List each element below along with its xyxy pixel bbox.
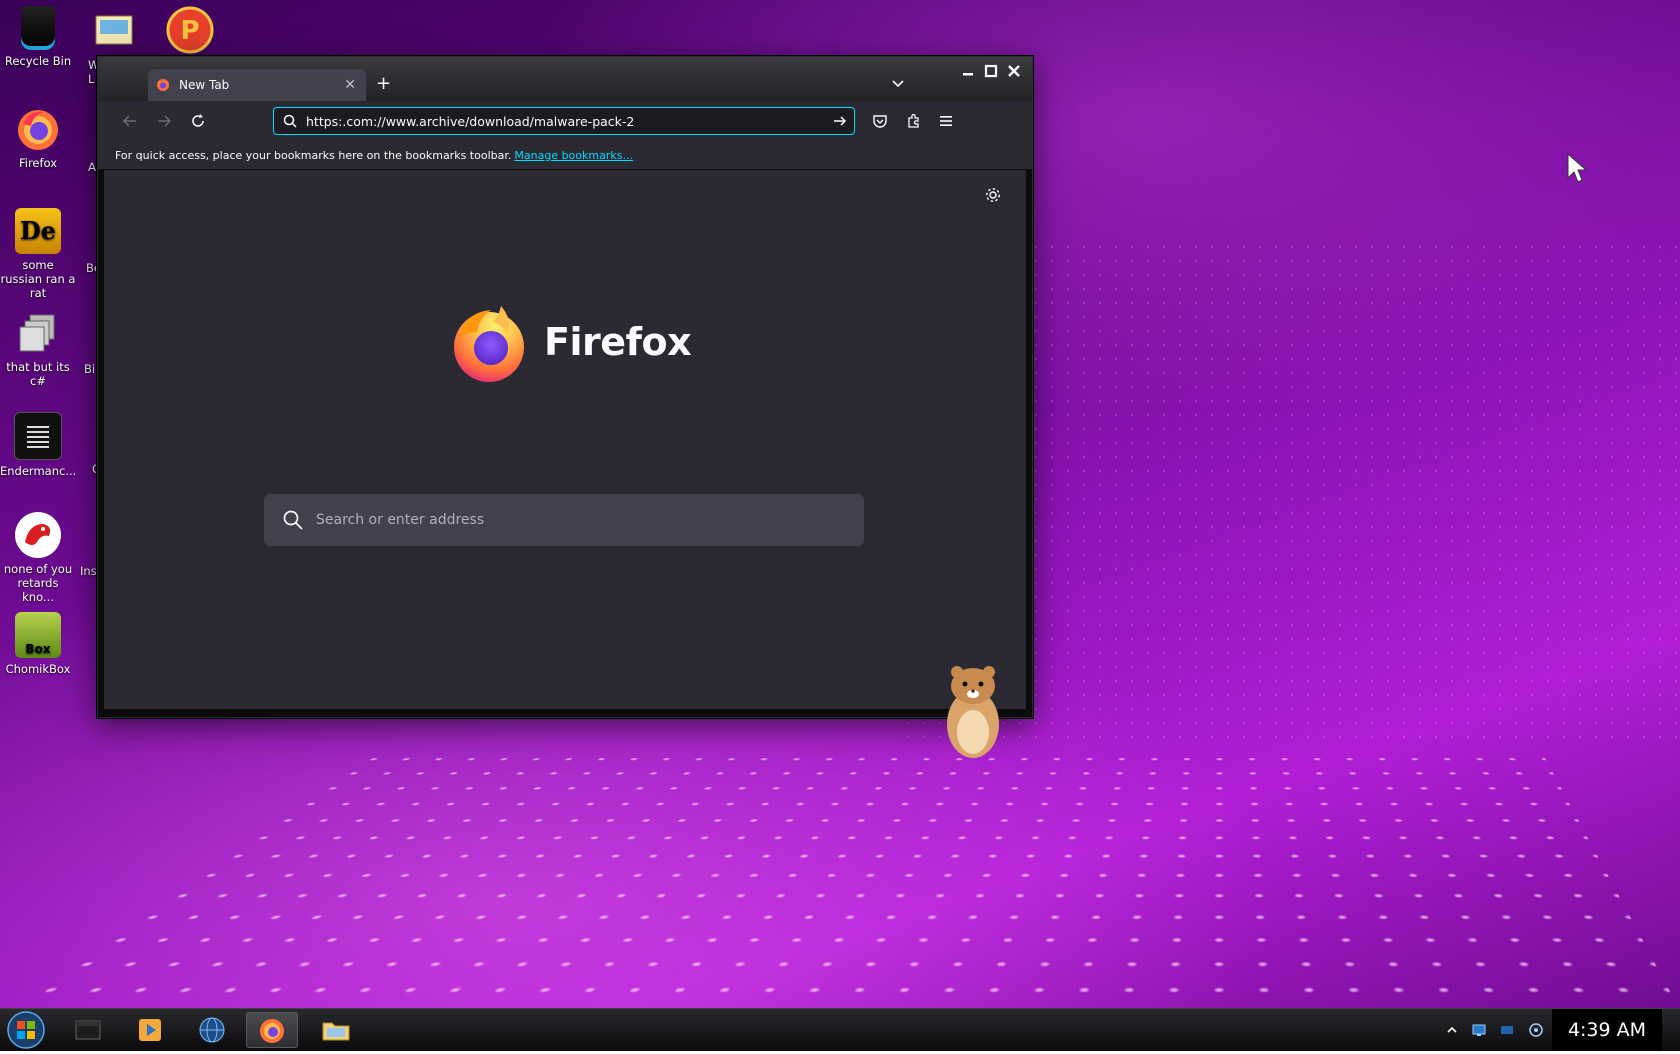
hamster-mascot-icon	[939, 660, 1007, 760]
system-tray	[1440, 1011, 1550, 1049]
new-tab-plus-icon[interactable]: +	[376, 73, 391, 94]
url-input[interactable]: https:.com://www.archive/download/malwar…	[306, 114, 832, 129]
reload-icon	[190, 113, 206, 129]
desktop-icon-that-but-its-csharp[interactable]: that but its c#	[0, 310, 76, 388]
desktop-icon-firefox[interactable]: Firefox	[0, 106, 76, 170]
tab-title: New Tab	[179, 78, 344, 92]
minimize-button[interactable]	[958, 63, 978, 79]
tray-expand-icon[interactable]	[1446, 1024, 1458, 1036]
partial-label-ins: Ins	[80, 564, 97, 578]
desktop-icon-mail[interactable]	[92, 10, 136, 50]
desktop: Recycle Bin Firefox De some russian ran …	[0, 0, 1680, 1050]
desktop-icon-none-of-you[interactable]: none of you retards kno...	[0, 512, 76, 604]
search-icon	[282, 509, 304, 531]
display-icon[interactable]	[1499, 1022, 1515, 1038]
firefox-icon	[15, 106, 61, 152]
desktop-icon-p-app[interactable]: P	[166, 6, 214, 54]
desktop-icon-chomikbox[interactable]: Box ChomikBox	[0, 612, 76, 676]
terminal-list-icon	[14, 412, 62, 460]
dark-box-icon	[73, 1017, 103, 1043]
url-bar[interactable]: https:.com://www.archive/download/malwar…	[273, 107, 855, 135]
back-button[interactable]	[120, 111, 140, 131]
tab-list-chevron-down-icon[interactable]	[890, 75, 906, 91]
back-arrow-icon	[122, 113, 138, 129]
taskbar-item-firefox[interactable]	[246, 1012, 298, 1048]
svg-text:P: P	[180, 16, 199, 46]
desktop-icon-endermanc[interactable]: Endermanc...	[0, 412, 76, 478]
mail-icon	[92, 10, 136, 50]
firefox-icon	[257, 1015, 287, 1045]
mouse-cursor-icon	[1566, 152, 1588, 184]
title-bar[interactable]: New Tab ✕ +	[98, 57, 1032, 101]
search-placeholder: Search or enter address	[316, 512, 484, 528]
tab-close-icon[interactable]: ✕	[344, 77, 356, 93]
media-player-icon	[136, 1016, 164, 1044]
folder-icon	[321, 1017, 351, 1043]
partial-label-l: L	[88, 72, 94, 86]
maximize-button[interactable]	[981, 63, 1001, 79]
extensions-button[interactable]	[904, 111, 924, 131]
recycle-bin-icon	[21, 6, 55, 50]
navigation-toolbar: https:.com://www.archive/download/malwar…	[98, 101, 1032, 141]
forward-button[interactable]	[154, 111, 174, 131]
puzzle-piece-icon	[906, 113, 922, 129]
go-arrow-icon[interactable]	[832, 113, 848, 129]
close-button[interactable]	[1004, 63, 1024, 79]
taskbar-item-globe[interactable]	[186, 1012, 238, 1048]
pocket-button[interactable]	[870, 111, 890, 131]
red-dragon-icon	[15, 512, 61, 558]
p-app-icon: P	[166, 6, 214, 54]
desktop-icon-recycle-bin[interactable]: Recycle Bin	[0, 6, 76, 68]
stacked-windows-icon	[15, 310, 61, 356]
pocket-icon	[872, 113, 888, 129]
de-app-icon: De	[15, 208, 61, 254]
taskbar-item-app-1[interactable]	[62, 1012, 114, 1048]
firefox-favicon-icon	[156, 78, 170, 92]
manage-bookmarks-link[interactable]: Manage bookmarks...	[514, 149, 633, 162]
close-icon	[1007, 64, 1021, 78]
firefox-window: New Tab ✕ + https:.com://www.archive/dow…	[97, 56, 1033, 718]
bookmarks-hint-text: For quick access, place your bookmarks h…	[115, 149, 511, 162]
desktop-icon-some-russian-ran-a-rat[interactable]: De some russian ran a rat	[0, 208, 76, 300]
new-tab-search-box[interactable]: Search or enter address	[264, 494, 864, 546]
volume-icon[interactable]	[1528, 1022, 1544, 1038]
maximize-icon	[984, 64, 998, 78]
app-menu-button[interactable]	[936, 111, 956, 131]
network-icon[interactable]	[1471, 1022, 1487, 1038]
firefox-logo-icon	[449, 304, 529, 384]
taskbar-item-media-player[interactable]	[124, 1012, 176, 1048]
new-tab-page: Firefox Search or enter address	[104, 170, 1026, 709]
tab-new-tab[interactable]: New Tab ✕	[148, 69, 366, 101]
taskbar-clock[interactable]: 4:39 AM	[1552, 1009, 1662, 1051]
search-icon	[282, 113, 298, 129]
minimize-icon	[961, 64, 975, 78]
taskbar-item-file-explorer[interactable]	[310, 1012, 362, 1048]
bookmarks-toolbar: For quick access, place your bookmarks h…	[98, 141, 1032, 170]
partial-label-a: A	[88, 160, 96, 174]
gear-icon[interactable]	[984, 186, 1002, 204]
firefox-wordmark: Firefox	[544, 320, 691, 364]
forward-arrow-icon	[156, 113, 172, 129]
taskbar: 4:39 AM	[0, 1008, 1680, 1051]
start-button[interactable]	[2, 1010, 50, 1050]
globe-icon	[197, 1015, 227, 1045]
chomikbox-icon: Box	[15, 612, 61, 658]
partial-label-bi: Bi	[84, 362, 95, 376]
hamburger-menu-icon	[938, 113, 954, 129]
wallpaper-wave	[0, 752, 1680, 1010]
reload-button[interactable]	[188, 111, 208, 131]
windows-start-icon	[2, 1010, 50, 1050]
